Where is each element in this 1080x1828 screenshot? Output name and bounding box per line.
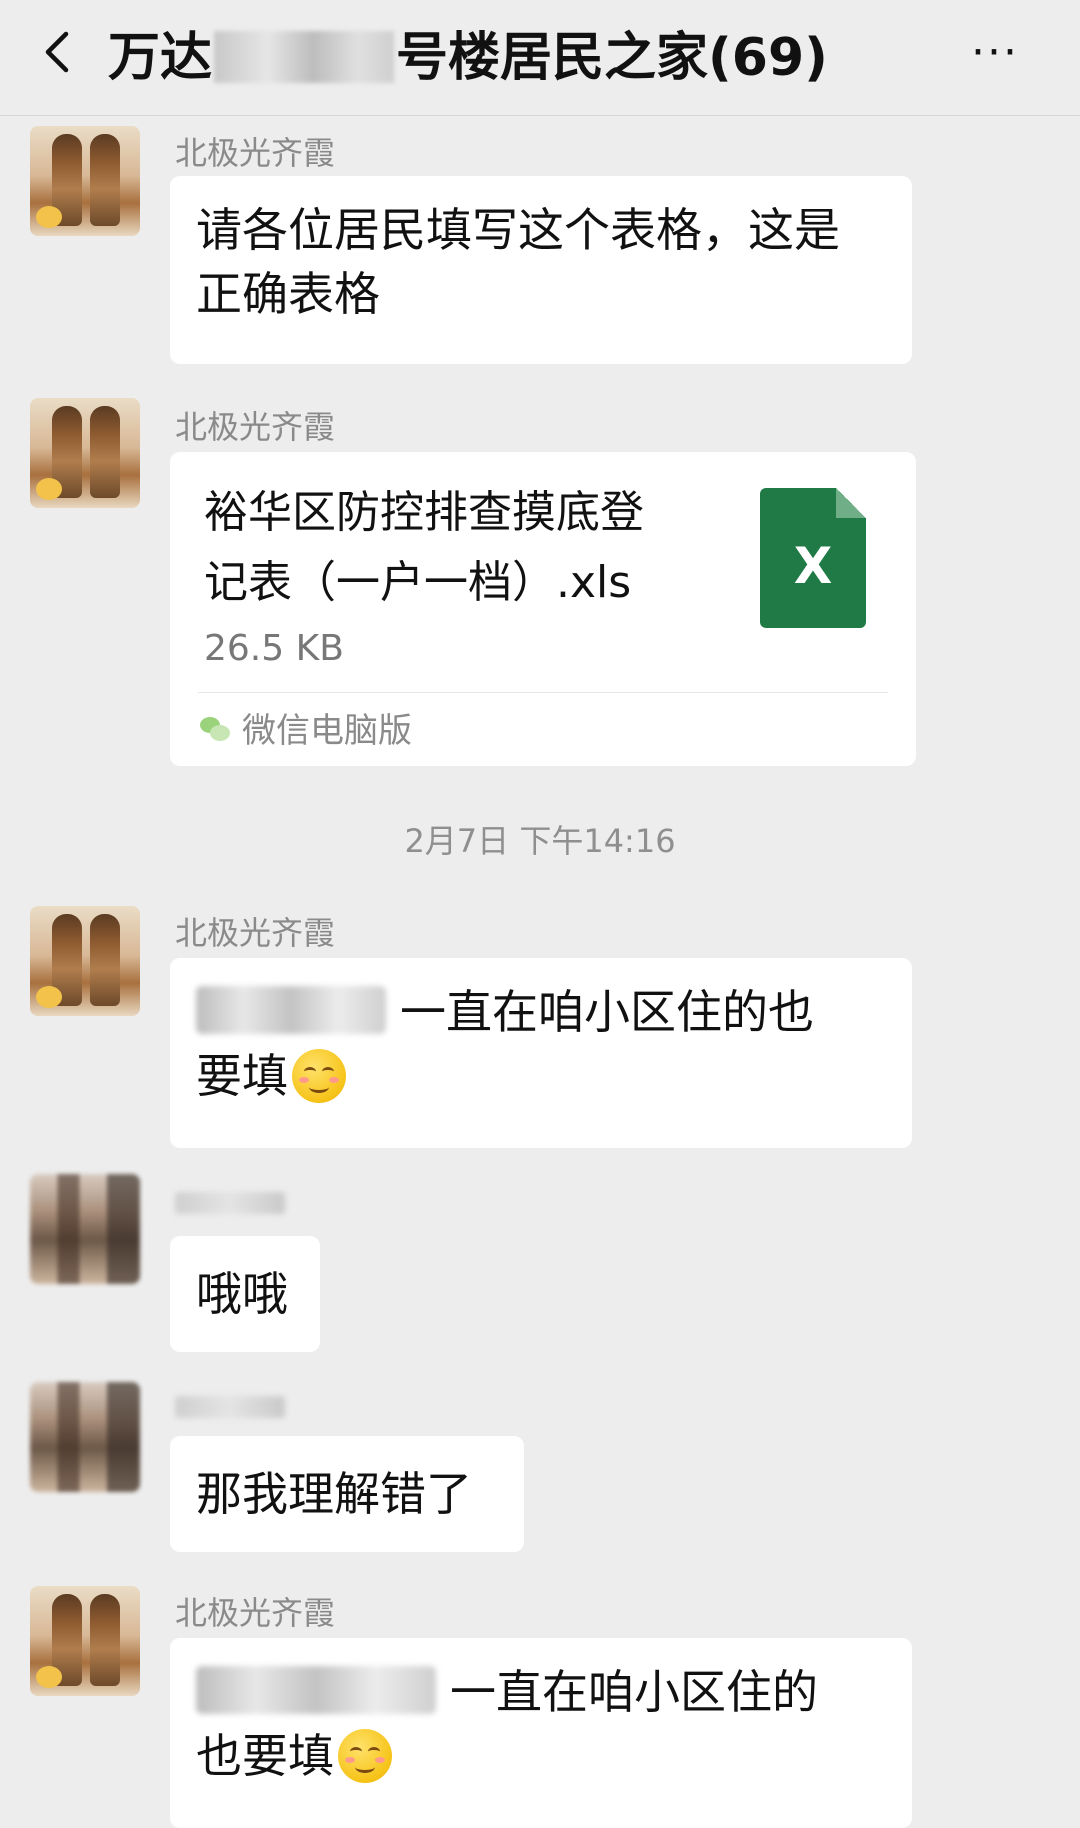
redacted-mention <box>196 985 386 1034</box>
back-button[interactable] <box>30 22 90 82</box>
message-item: 北极光齐霞 一直在咱小区住的也 要填 <box>0 898 1080 1158</box>
avatar[interactable] <box>30 906 140 1016</box>
sender-name-redacted <box>175 1192 285 1214</box>
message-text: 哦哦 <box>196 1267 288 1321</box>
message-text: 也要填 <box>196 1729 334 1783</box>
message-text: 一直在咱小区住的也 <box>400 985 814 1039</box>
more-options-button[interactable]: ··· <box>960 28 1030 78</box>
smile-emoji-icon <box>338 1728 392 1783</box>
message-item: 北极光齐霞 请各位居民填写这个表格，这是 正确表格 <box>0 118 1080 378</box>
sender-name: 北极光齐霞 <box>175 134 336 172</box>
avatar[interactable] <box>30 1382 140 1492</box>
redacted-building-number <box>214 31 395 83</box>
divider <box>198 692 888 693</box>
wechat-icon <box>200 716 230 743</box>
message-item: 哦哦 <box>0 1170 1080 1360</box>
message-text: 一直在咱小区住的 <box>450 1665 818 1719</box>
chat-title-prefix: 万达 <box>108 28 213 88</box>
message-bubble[interactable]: 一直在咱小区住的也 要填 <box>170 958 912 1148</box>
sender-name: 北极光齐霞 <box>175 1594 336 1632</box>
message-text: 要填 <box>196 1049 288 1103</box>
message-item: 那我理解错了 <box>0 1378 1080 1558</box>
message-item: 北极光齐霞 一直在咱小区住的 也要填 <box>0 1578 1080 1828</box>
file-name: 裕华区防控排查摸底登 记表（一户一档）.xls <box>204 487 644 608</box>
file-card[interactable]: 裕华区防控排查摸底登 记表（一户一档）.xls 26.5 KB X 微信电脑版 <box>170 452 916 766</box>
message-text: 正确表格 <box>196 267 380 321</box>
file-size: 26.5 KB <box>204 628 344 669</box>
excel-file-icon: X <box>760 488 866 628</box>
sender-name: 北极光齐霞 <box>175 914 336 952</box>
message-bubble[interactable]: 哦哦 <box>170 1236 320 1352</box>
chat-title: 万达 号楼居民之家(69) <box>108 18 828 98</box>
avatar[interactable] <box>30 398 140 508</box>
message-bubble[interactable]: 一直在咱小区住的 也要填 <box>170 1638 912 1828</box>
message-item: 北极光齐霞 裕华区防控排查摸底登 记表（一户一档）.xls 26.5 KB X … <box>0 392 1080 772</box>
message-bubble[interactable]: 那我理解错了 <box>170 1436 524 1552</box>
chevron-left-icon <box>45 31 69 73</box>
chat-header: 万达 号楼居民之家(69) ··· <box>0 0 1080 116</box>
message-bubble[interactable]: 请各位居民填写这个表格，这是 正确表格 <box>170 176 912 364</box>
file-source: 微信电脑版 <box>200 704 412 758</box>
sender-name-redacted <box>175 1396 285 1418</box>
avatar[interactable] <box>30 1586 140 1696</box>
chat-title-suffix: 号楼居民之家(69) <box>396 28 828 88</box>
avatar[interactable] <box>30 1174 140 1284</box>
redacted-mention <box>196 1665 436 1714</box>
timestamp: 2月7日 下午14:16 <box>404 822 676 860</box>
message-text: 请各位居民填写这个表格，这是 <box>196 203 840 257</box>
sender-name: 北极光齐霞 <box>175 408 336 446</box>
avatar[interactable] <box>30 126 140 236</box>
message-text: 那我理解错了 <box>196 1467 472 1521</box>
smile-emoji-icon <box>292 1048 346 1103</box>
